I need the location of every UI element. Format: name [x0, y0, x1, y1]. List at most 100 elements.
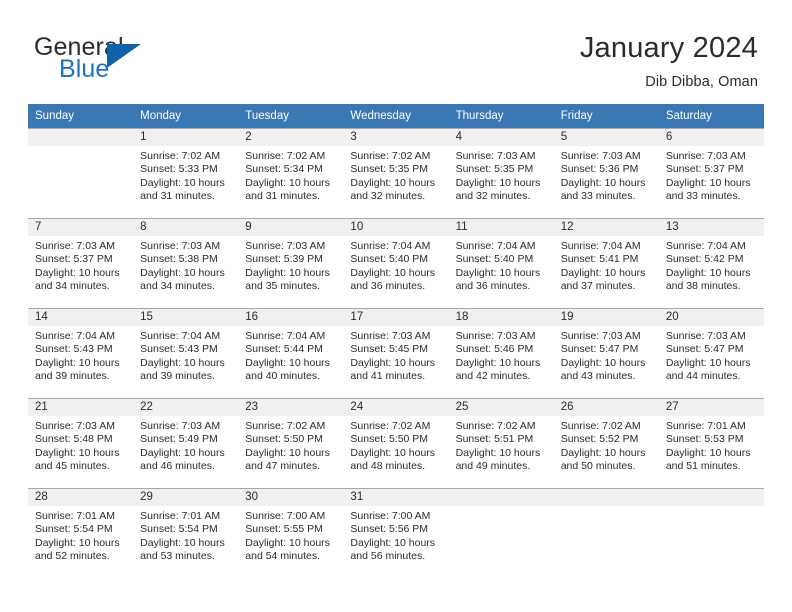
day-cell[interactable]: 13 Sunrise: 7:04 AM Sunset: 5:42 PM Dayligh…	[658, 218, 764, 308]
sunrise-text: Sunrise: 7:03 AM	[665, 150, 746, 162]
day-cell[interactable]: 6 Sunrise: 7:03 AM Sunset: 5:37 PM Daylight…	[658, 128, 764, 218]
day-cell-empty	[553, 488, 659, 578]
sunrise-text: Sunrise: 7:02 AM	[455, 420, 536, 432]
sunrise-text: Sunrise: 7:03 AM	[350, 330, 431, 342]
daylight-text: Daylight: 10 hours	[35, 536, 120, 549]
day-number	[448, 489, 554, 506]
day-cell[interactable]: 3 Sunrise: 7:02 AM Sunset: 5:35 PM Daylight…	[343, 128, 449, 218]
day-cell[interactable]: 23 Sunrise: 7:02 AM Sunset: 5:50 PM Dayligh…	[238, 398, 344, 488]
weekday-header-friday: Friday	[553, 104, 659, 128]
daylight-text: Daylight: 10 hours	[665, 176, 751, 189]
day-cell[interactable]: 12 Sunrise: 7:04 AM Sunset: 5:41 PM Dayligh…	[553, 218, 659, 308]
brand-name-blue: Blue	[59, 55, 110, 83]
day-cell[interactable]: 15 Sunrise: 7:04 AM Sunset: 5:43 PM Dayligh…	[133, 308, 239, 398]
day-number: 30	[238, 489, 344, 506]
day-number: 8	[133, 219, 239, 236]
sunrise-text: Sunrise: 7:03 AM	[665, 330, 746, 342]
day-cell[interactable]: 28 Sunrise: 7:01 AM Sunset: 5:54 PM Dayligh…	[28, 488, 134, 578]
day-details: Sunrise: 7:04 AM Sunset: 5:40 PM Daylight:…	[449, 236, 554, 294]
sunrise-text: Sunrise: 7:04 AM	[455, 240, 536, 252]
daylight-text-cont: and 35 minutes.	[245, 280, 320, 293]
sunset-text: Sunset: 5:33 PM	[140, 163, 218, 176]
day-cell[interactable]: 18 Sunrise: 7:03 AM Sunset: 5:46 PM Dayligh…	[448, 308, 554, 398]
sunrise-text: Sunrise: 7:01 AM	[35, 510, 115, 522]
calendar-week-row: 14 Sunrise: 7:04 AM Sunset: 5:43 PM Dayligh…	[28, 308, 764, 398]
daylight-text: Daylight: 10 hours	[665, 356, 751, 369]
day-cell[interactable]: 30 Sunrise: 7:00 AM Sunset: 5:55 PM Dayligh…	[238, 488, 344, 578]
day-cell[interactable]: 4 Sunrise: 7:03 AM Sunset: 5:35 PM Daylight…	[448, 128, 554, 218]
day-cell[interactable]: 9 Sunrise: 7:03 AM Sunset: 5:39 PM Daylight…	[238, 218, 344, 308]
day-cell[interactable]: 1 Sunrise: 7:02 AM Sunset: 5:33 PM Daylight…	[133, 128, 239, 218]
day-details: Sunrise: 7:03 AM Sunset: 5:47 PM Daylight:…	[554, 326, 659, 384]
sunset-text: Sunset: 5:34 PM	[245, 163, 323, 176]
daylight-text: Daylight: 10 hours	[35, 446, 120, 459]
daylight-text-cont: and 56 minutes.	[350, 550, 426, 563]
day-details: Sunrise: 7:03 AM Sunset: 5:35 PM Daylight:…	[449, 146, 554, 204]
sunrise-text: Sunrise: 7:03 AM	[560, 330, 641, 342]
day-details: Sunrise: 7:03 AM Sunset: 5:48 PM Daylight:…	[28, 416, 133, 474]
day-cell-empty	[658, 488, 764, 578]
day-cell[interactable]: 19 Sunrise: 7:03 AM Sunset: 5:47 PM Dayligh…	[553, 308, 659, 398]
calendar-header-row: Sunday Monday Tuesday Wednesday Thursday Frid…	[28, 104, 764, 128]
sunset-text: Sunset: 5:53 PM	[665, 433, 744, 446]
sunrise-text: Sunrise: 7:03 AM	[245, 240, 326, 252]
day-number: 7	[28, 219, 134, 236]
day-cell[interactable]: 22 Sunrise: 7:03 AM Sunset: 5:49 PM Dayligh…	[133, 398, 239, 488]
day-number: 24	[343, 399, 449, 416]
daylight-text-cont: and 44 minutes.	[665, 370, 741, 383]
sunset-text: Sunset: 5:43 PM	[140, 343, 218, 356]
day-details: Sunrise: 7:02 AM Sunset: 5:50 PM Daylight:…	[343, 416, 448, 474]
sunset-text: Sunset: 5:39 PM	[245, 253, 323, 266]
day-cell[interactable]: 24 Sunrise: 7:02 AM Sunset: 5:50 PM Dayligh…	[343, 398, 449, 488]
sunset-text: Sunset: 5:55 PM	[245, 523, 323, 536]
day-cell[interactable]: 14 Sunrise: 7:04 AM Sunset: 5:43 PM Dayligh…	[28, 308, 134, 398]
day-cell[interactable]: 7 Sunrise: 7:03 AM Sunset: 5:37 PM Daylight…	[28, 218, 134, 308]
day-cell[interactable]: 31 Sunrise: 7:00 AM Sunset: 5:56 PM Dayligh…	[343, 488, 449, 578]
sunrise-text: Sunrise: 7:02 AM	[245, 150, 326, 162]
day-details: Sunrise: 7:01 AM Sunset: 5:53 PM Daylight:…	[659, 416, 764, 474]
day-details: Sunrise: 7:04 AM Sunset: 5:42 PM Daylight:…	[659, 236, 764, 294]
day-details: Sunrise: 7:03 AM Sunset: 5:38 PM Daylight:…	[133, 236, 238, 294]
brand-triangle-icon	[107, 44, 141, 68]
sunrise-text: Sunrise: 7:04 AM	[560, 240, 641, 252]
day-cell[interactable]: 20 Sunrise: 7:03 AM Sunset: 5:47 PM Dayligh…	[658, 308, 764, 398]
day-cell[interactable]: 21 Sunrise: 7:03 AM Sunset: 5:48 PM Dayligh…	[28, 398, 134, 488]
day-cell[interactable]: 10 Sunrise: 7:04 AM Sunset: 5:40 PM Dayligh…	[343, 218, 449, 308]
daylight-text: Daylight: 10 hours	[560, 446, 646, 459]
sunset-text: Sunset: 5:47 PM	[665, 343, 744, 356]
sunset-text: Sunset: 5:50 PM	[350, 433, 429, 446]
sunrise-text: Sunrise: 7:00 AM	[245, 510, 326, 522]
day-cell[interactable]: 17 Sunrise: 7:03 AM Sunset: 5:45 PM Dayligh…	[343, 308, 449, 398]
daylight-text-cont: and 33 minutes.	[560, 190, 636, 203]
daylight-text: Daylight: 10 hours	[455, 266, 541, 279]
day-number: 9	[238, 219, 344, 236]
sunset-text: Sunset: 5:50 PM	[245, 433, 323, 446]
day-cell[interactable]: 16 Sunrise: 7:04 AM Sunset: 5:44 PM Dayligh…	[238, 308, 344, 398]
day-details: Sunrise: 7:03 AM Sunset: 5:36 PM Daylight:…	[554, 146, 659, 204]
day-cell[interactable]: 25 Sunrise: 7:02 AM Sunset: 5:51 PM Dayligh…	[448, 398, 554, 488]
weekday-header-saturday: Saturday	[658, 104, 764, 128]
brand-logo[interactable]: General Blue	[34, 33, 244, 89]
daylight-text-cont: and 33 minutes.	[665, 190, 741, 203]
calendar-week-row: 21 Sunrise: 7:03 AM Sunset: 5:48 PM Dayligh…	[28, 398, 764, 488]
day-cell[interactable]: 26 Sunrise: 7:02 AM Sunset: 5:52 PM Dayligh…	[553, 398, 659, 488]
day-details: Sunrise: 7:04 AM Sunset: 5:44 PM Daylight:…	[238, 326, 343, 384]
daylight-text-cont: and 47 minutes.	[245, 460, 320, 473]
sunrise-text: Sunrise: 7:02 AM	[350, 150, 431, 162]
sunset-text: Sunset: 5:49 PM	[140, 433, 218, 446]
day-number: 17	[343, 309, 449, 326]
day-cell[interactable]: 27 Sunrise: 7:01 AM Sunset: 5:53 PM Dayligh…	[658, 398, 764, 488]
daylight-text-cont: and 32 minutes.	[350, 190, 426, 203]
daylight-text: Daylight: 10 hours	[455, 356, 541, 369]
day-details: Sunrise: 7:02 AM Sunset: 5:51 PM Daylight:…	[449, 416, 554, 474]
day-cell[interactable]: 8 Sunrise: 7:03 AM Sunset: 5:38 PM Daylight…	[133, 218, 239, 308]
weekday-header: Sunday Monday Tuesday Wednesday Thursday Frid…	[28, 104, 764, 128]
day-cell[interactable]: 11 Sunrise: 7:04 AM Sunset: 5:40 PM Dayligh…	[448, 218, 554, 308]
daylight-text: Daylight: 10 hours	[245, 356, 330, 369]
sunset-text: Sunset: 5:44 PM	[245, 343, 323, 356]
day-cell[interactable]: 29 Sunrise: 7:01 AM Sunset: 5:54 PM Dayligh…	[133, 488, 239, 578]
daylight-text-cont: and 43 minutes.	[560, 370, 636, 383]
day-details: Sunrise: 7:01 AM Sunset: 5:54 PM Daylight:…	[133, 506, 238, 564]
day-cell[interactable]: 5 Sunrise: 7:03 AM Sunset: 5:36 PM Daylight…	[553, 128, 659, 218]
day-cell[interactable]: 2 Sunrise: 7:02 AM Sunset: 5:34 PM Daylight…	[238, 128, 344, 218]
